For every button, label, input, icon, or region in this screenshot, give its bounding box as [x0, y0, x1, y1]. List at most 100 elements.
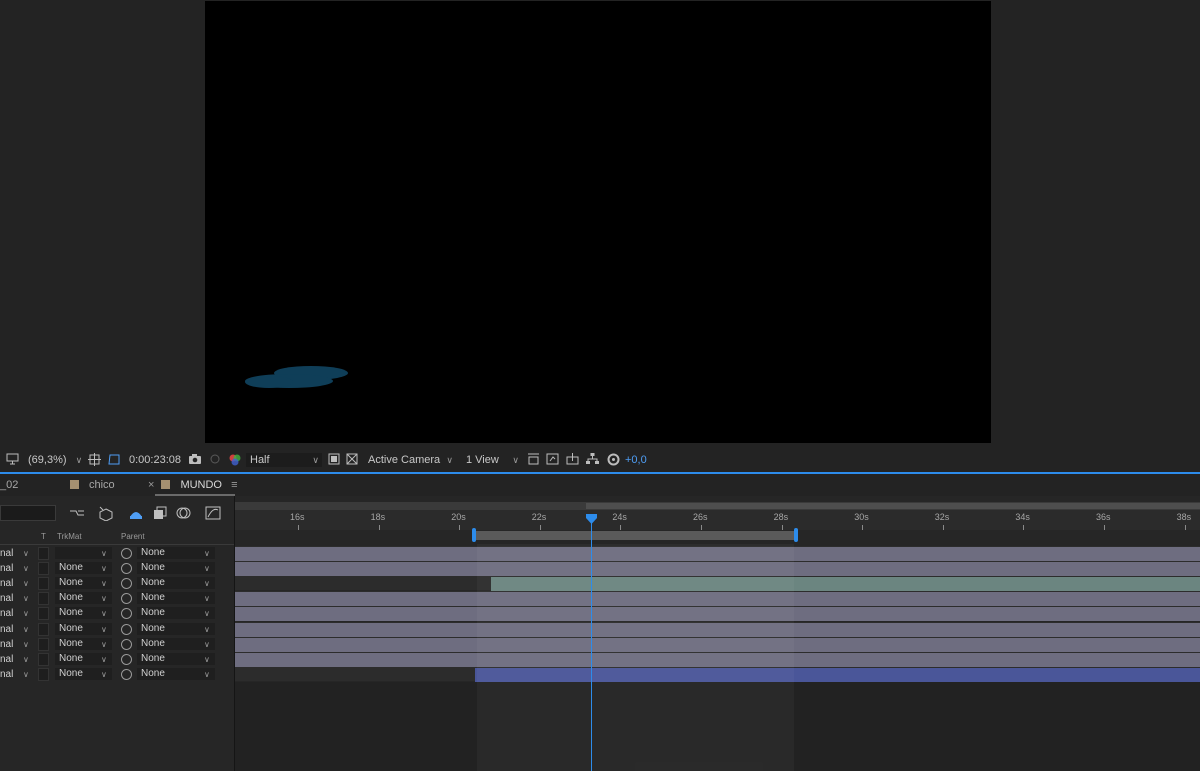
pickwhip-icon[interactable] — [121, 668, 132, 680]
frame-blend-icon[interactable] — [152, 505, 168, 521]
reset-exposure-icon[interactable] — [607, 453, 620, 470]
work-area-end-handle[interactable] — [794, 528, 798, 542]
trkmat-select[interactable]: ∨ — [55, 547, 112, 559]
pickwhip-icon[interactable] — [121, 623, 132, 635]
layer-row[interactable]: nal ∨ None ∨ None ∨ — [0, 667, 234, 682]
comp-flow-icon[interactable] — [69, 505, 85, 521]
chevron-down-icon[interactable]: ∨ — [23, 564, 29, 573]
trkmat-select[interactable]: None ∨ — [55, 577, 112, 590]
color-channel-icon[interactable] — [228, 453, 242, 470]
preserve-transparency-toggle[interactable] — [38, 547, 49, 560]
exposure-value[interactable]: +0,0 — [625, 453, 647, 467]
parent-select[interactable]: None ∨ — [137, 652, 215, 665]
grid-icon[interactable] — [88, 453, 101, 470]
preserve-transparency-toggle[interactable] — [38, 577, 49, 591]
parent-select[interactable]: None ∨ — [137, 562, 215, 575]
layer-row[interactable]: nal ∨ None ∨ None ∨ — [0, 637, 234, 652]
parent-select[interactable]: None ∨ — [137, 667, 215, 680]
pickwhip-icon[interactable] — [121, 653, 132, 665]
graph-editor-icon[interactable] — [205, 505, 221, 521]
zoom-select[interactable]: (69,3%) ∨ — [28, 453, 82, 467]
search-input[interactable] — [0, 505, 56, 521]
preserve-transparency-toggle[interactable] — [38, 592, 49, 606]
tab-02[interactable]: _02 — [0, 479, 18, 491]
pickwhip-icon[interactable] — [121, 548, 132, 559]
chevron-down-icon[interactable]: ∨ — [23, 579, 29, 588]
chevron-down-icon[interactable]: ∨ — [23, 609, 29, 618]
preserve-transparency-toggle[interactable] — [38, 562, 49, 576]
blend-mode[interactable]: nal — [0, 593, 13, 604]
composition-canvas[interactable] — [205, 1, 991, 443]
trkmat-select[interactable]: None ∨ — [55, 562, 112, 575]
resolution-select[interactable]: Half ∨ — [246, 453, 322, 467]
camera-select[interactable]: Active Camera ∨ — [364, 453, 456, 467]
region-of-interest-icon[interactable] — [328, 453, 340, 469]
pickwhip-icon[interactable] — [121, 608, 132, 620]
time-navigator-range[interactable] — [586, 503, 1200, 509]
chevron-down-icon[interactable]: ∨ — [23, 549, 29, 558]
pickwhip-icon[interactable] — [121, 593, 132, 605]
blend-mode[interactable]: nal — [0, 624, 13, 635]
trkmat-select[interactable]: None ∨ — [55, 607, 112, 620]
blend-mode[interactable]: nal — [0, 563, 13, 574]
chevron-down-icon[interactable]: ∨ — [23, 625, 29, 634]
layer-row[interactable]: nal ∨ None ∨ None ∨ — [0, 561, 234, 576]
chevron-down-icon[interactable]: ∨ — [23, 640, 29, 649]
current-time-indicator[interactable] — [591, 518, 592, 771]
layer-row[interactable]: nal ∨ None ∨ None ∨ — [0, 576, 234, 591]
layer-row[interactable]: nal ∨ None ∨ None ∨ — [0, 652, 234, 667]
preserve-transparency-toggle[interactable] — [38, 637, 49, 651]
pickwhip-icon[interactable] — [121, 638, 132, 650]
trkmat-select[interactable]: None ∨ — [55, 637, 112, 650]
draft-3d-icon[interactable] — [98, 505, 114, 522]
fast-preview-icon[interactable] — [546, 453, 559, 469]
work-area-bar[interactable] — [474, 531, 796, 540]
mask-icon[interactable] — [107, 453, 121, 470]
parent-select[interactable]: None ∨ — [137, 547, 215, 559]
shy-icon[interactable] — [128, 505, 144, 521]
parent-select[interactable]: None ∨ — [137, 592, 215, 605]
layer-row[interactable]: nal ∨ ∨ None ∨ — [0, 546, 234, 561]
pickwhip-icon[interactable] — [121, 563, 132, 575]
chevron-down-icon[interactable]: ∨ — [23, 655, 29, 664]
layer-row[interactable]: nal ∨ None ∨ None ∨ — [0, 591, 234, 606]
timeline-toggle-icon[interactable] — [566, 453, 579, 469]
tab-mundo[interactable]: × MUNDO ≡ — [148, 479, 237, 491]
chevron-down-icon[interactable]: ∨ — [23, 670, 29, 679]
trkmat-select[interactable]: None ∨ — [55, 652, 112, 665]
flowchart-icon[interactable] — [586, 453, 599, 469]
chevron-down-icon[interactable]: ∨ — [23, 594, 29, 603]
blend-mode[interactable]: nal — [0, 608, 13, 619]
layer-row[interactable]: nal ∨ None ∨ None ∨ — [0, 606, 234, 621]
close-icon[interactable]: × — [148, 479, 154, 491]
trkmat-select[interactable]: None ∨ — [55, 667, 112, 680]
3d-view-icon[interactable] — [527, 453, 540, 469]
preserve-transparency-toggle[interactable] — [38, 667, 49, 681]
blend-mode[interactable]: nal — [0, 654, 13, 665]
timecode[interactable]: 0:00:23:08 — [129, 453, 181, 467]
parent-select[interactable]: None ∨ — [137, 637, 215, 650]
views-select[interactable]: 1 View ∨ — [462, 453, 522, 467]
blend-mode[interactable]: nal — [0, 548, 13, 559]
parent-select[interactable]: None ∨ — [137, 607, 215, 620]
transparency-grid-icon[interactable] — [346, 453, 358, 469]
col-parent[interactable]: Parent — [121, 532, 145, 541]
camera-snapshot-icon[interactable] — [188, 453, 202, 469]
pickwhip-icon[interactable] — [121, 578, 132, 590]
blend-mode[interactable]: nal — [0, 578, 13, 589]
preserve-transparency-toggle[interactable] — [38, 607, 49, 621]
parent-select[interactable]: None ∨ — [137, 622, 215, 635]
preserve-transparency-toggle[interactable] — [38, 622, 49, 636]
col-trkmat[interactable]: TrkMat — [57, 532, 82, 541]
work-area-start-handle[interactable] — [472, 528, 476, 542]
monitor-icon[interactable] — [6, 453, 19, 469]
trkmat-select[interactable]: None ∨ — [55, 592, 112, 605]
blend-mode[interactable]: nal — [0, 639, 13, 650]
panel-menu-icon[interactable]: ≡ — [231, 479, 237, 491]
trkmat-select[interactable]: None ∨ — [55, 622, 112, 635]
preserve-transparency-toggle[interactable] — [38, 652, 49, 666]
show-snapshot-icon[interactable] — [209, 453, 222, 469]
blend-mode[interactable]: nal — [0, 669, 13, 680]
playhead-handle-icon[interactable] — [586, 514, 597, 524]
tab-chico[interactable]: chico — [70, 479, 115, 491]
